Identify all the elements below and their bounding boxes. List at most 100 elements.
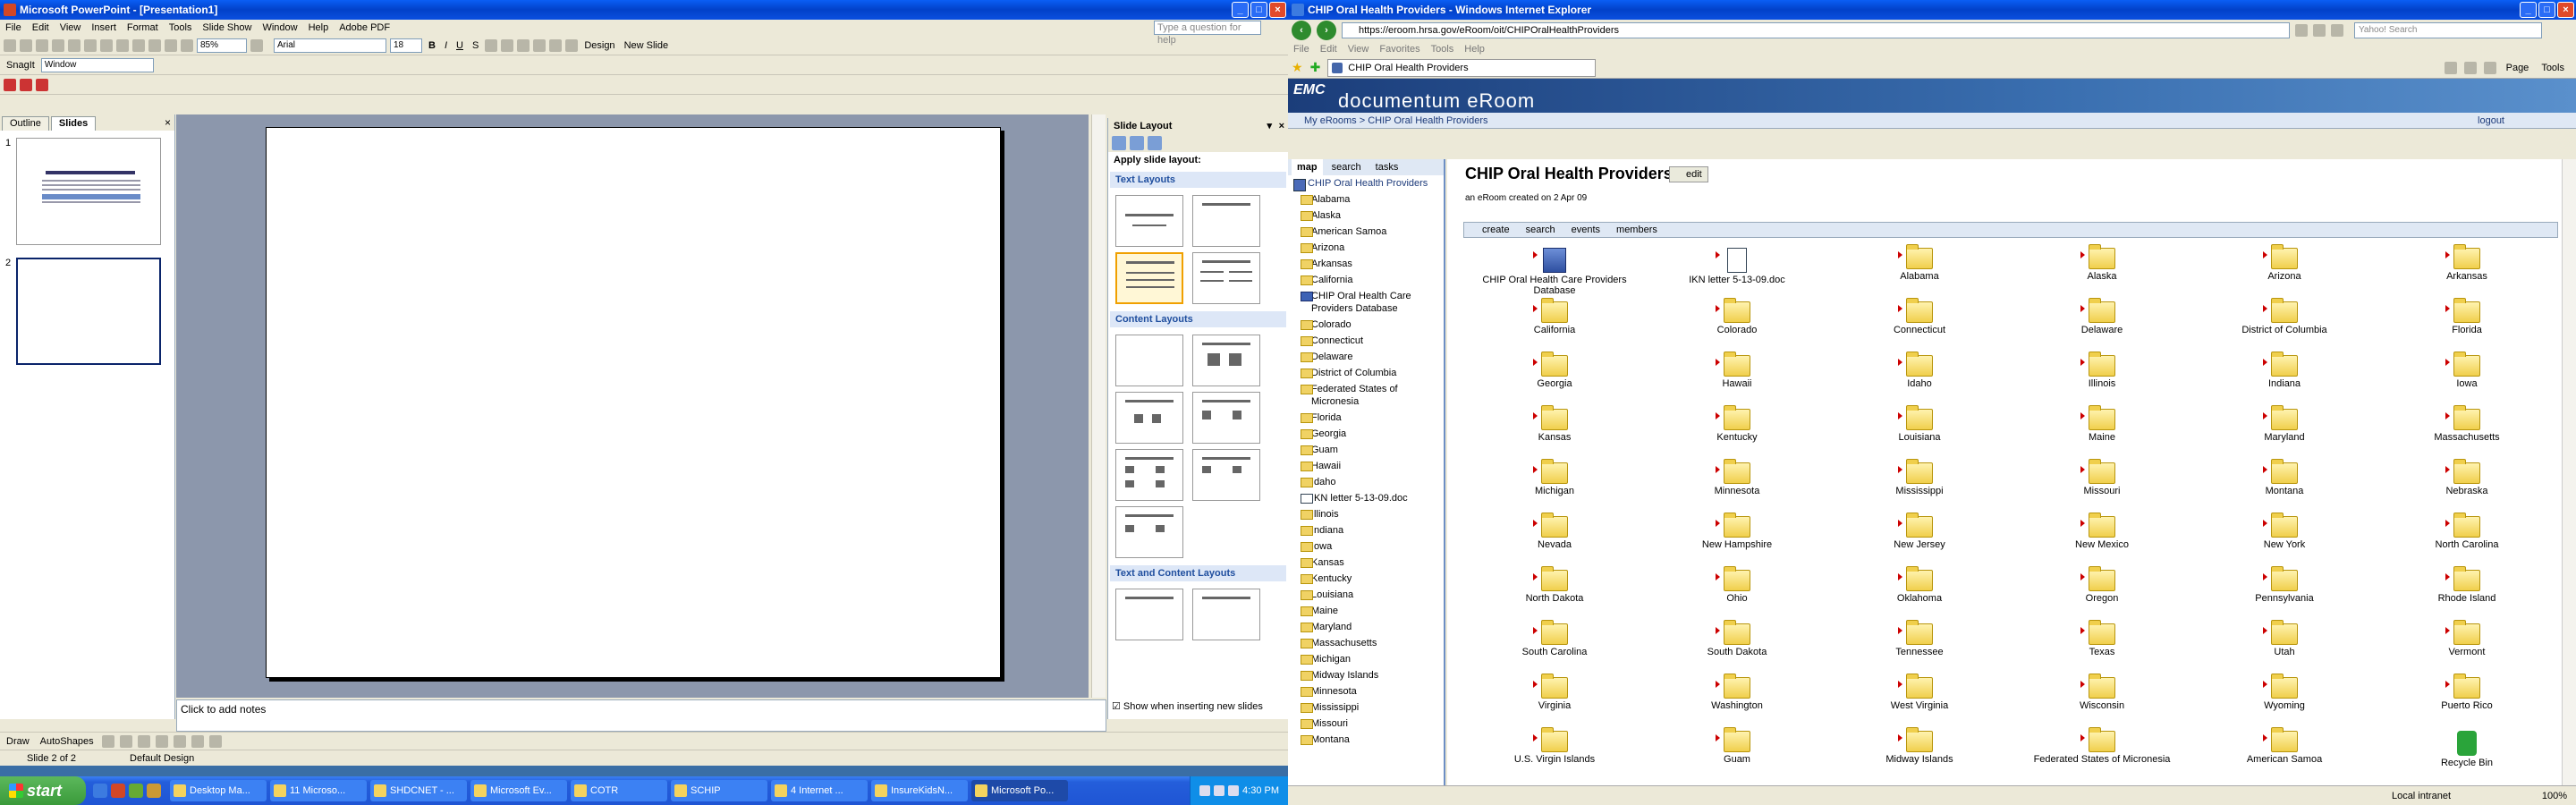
tree-item[interactable]: Massachusetts <box>1292 635 1444 651</box>
tree-item[interactable]: Kentucky <box>1292 571 1444 587</box>
slide-vertical-scrollbar[interactable] <box>1091 114 1106 698</box>
rectangle-tool-icon[interactable] <box>137 734 150 748</box>
shadow-button[interactable]: S <box>470 40 481 51</box>
print-icon[interactable] <box>2483 61 2496 74</box>
menu-item[interactable]: Tools <box>169 22 192 33</box>
favorites-star-icon[interactable]: ★ <box>1292 60 1303 75</box>
tree-item[interactable]: Maine <box>1292 603 1444 619</box>
grid-item[interactable]: Missouri <box>2011 459 2193 513</box>
taskbar-button[interactable]: Microsoft Ev... <box>470 780 567 801</box>
maximize-button[interactable]: □ <box>1250 2 1267 18</box>
layout-content-text[interactable] <box>1192 589 1260 640</box>
close-icon[interactable]: × <box>165 116 171 129</box>
grid-item[interactable]: IKN letter 5-13-09.doc <box>1646 244 1828 298</box>
grid-item[interactable]: Arizona <box>2193 244 2376 298</box>
menu-item[interactable]: View <box>1348 44 1369 55</box>
tree-item[interactable]: California <box>1292 272 1444 288</box>
grid-item[interactable]: Massachusetts <box>2376 405 2558 459</box>
tree-item[interactable]: Missouri <box>1292 716 1444 732</box>
font-size-select[interactable]: 18 <box>390 38 422 53</box>
grid-item[interactable]: North Dakota <box>1463 566 1646 620</box>
tree-item[interactable]: CHIP Oral Health Providers <box>1292 175 1444 191</box>
search-button[interactable]: search <box>1526 223 1555 237</box>
grid-item[interactable]: Idaho <box>1828 352 2011 405</box>
grid-item[interactable]: Florida <box>2376 298 2558 352</box>
cut-icon[interactable] <box>84 38 97 52</box>
italic-button[interactable]: I <box>442 40 450 51</box>
grid-item[interactable]: New Jersey <box>1828 513 2011 566</box>
outlook-launch-icon[interactable] <box>147 784 161 798</box>
grid-item[interactable]: Rhode Island <box>2376 566 2558 620</box>
oval-tool-icon[interactable] <box>155 734 168 748</box>
bold-button[interactable]: B <box>426 40 438 51</box>
nav-tab[interactable]: tasks <box>1370 159 1404 175</box>
page-menu-button[interactable]: Page <box>2504 63 2532 73</box>
maximize-button[interactable]: □ <box>2538 2 2555 18</box>
menu-item[interactable]: Slide Show <box>202 22 251 33</box>
back-icon[interactable] <box>1112 136 1126 150</box>
taskbar-button[interactable]: 11 Microso... <box>270 780 367 801</box>
menu-item[interactable]: Edit <box>32 22 49 33</box>
autoshapes-menu-button[interactable]: AutoShapes <box>38 736 97 747</box>
menu-item[interactable]: Format <box>127 22 158 33</box>
grid-item[interactable]: Ohio <box>1646 566 1828 620</box>
grid-item[interactable]: Nevada <box>1463 513 1646 566</box>
tray-icon[interactable] <box>1214 785 1225 796</box>
breadcrumb-text[interactable]: My eRooms > CHIP Oral Health Providers <box>1304 115 1488 126</box>
grid-item[interactable]: Hawaii <box>1646 352 1828 405</box>
taskbar-button[interactable]: SCHIP <box>671 780 767 801</box>
chevron-down-icon[interactable]: ▾ <box>1267 118 1272 134</box>
grid-item[interactable]: New York <box>2193 513 2376 566</box>
layout-blank[interactable] <box>1115 335 1183 386</box>
taskbar-button[interactable]: InsureKidsN... <box>871 780 968 801</box>
close-icon[interactable]: × <box>1279 118 1284 134</box>
tree-item[interactable]: Federated States of Micronesia <box>1292 381 1444 410</box>
back-button[interactable]: ‹ <box>1292 21 1311 40</box>
layout-two-content[interactable] <box>1192 392 1260 444</box>
tree-item[interactable]: Midway Islands <box>1292 667 1444 683</box>
tree-item[interactable]: Alaska <box>1292 208 1444 224</box>
paste-icon[interactable] <box>116 38 129 52</box>
grid-item[interactable]: Utah <box>2193 620 2376 674</box>
tree-item[interactable]: Iowa <box>1292 538 1444 555</box>
grid-item[interactable]: California <box>1463 298 1646 352</box>
grid-item[interactable]: U.S. Virgin Islands <box>1463 727 1646 781</box>
grid-item[interactable]: Alabama <box>1828 244 2011 298</box>
tree-item[interactable]: Indiana <box>1292 522 1444 538</box>
grid-item[interactable]: South Dakota <box>1646 620 1828 674</box>
tree-item[interactable]: Connecticut <box>1292 333 1444 349</box>
grid-item[interactable]: Iowa <box>2376 352 2558 405</box>
minimize-button[interactable]: _ <box>2520 2 2537 18</box>
tree-item[interactable]: Alabama <box>1292 191 1444 208</box>
save-icon[interactable] <box>36 38 48 52</box>
grid-item[interactable]: Wyoming <box>2193 674 2376 727</box>
grid-item[interactable]: West Virginia <box>1828 674 2011 727</box>
feeds-icon[interactable] <box>2463 61 2477 74</box>
menu-item[interactable]: Window <box>262 22 297 33</box>
grid-item[interactable]: Wisconsin <box>2011 674 2193 727</box>
menu-item[interactable]: File <box>5 22 21 33</box>
grid-item[interactable]: North Carolina <box>2376 513 2558 566</box>
draw-menu-button[interactable]: Draw <box>4 736 32 747</box>
grid-item[interactable]: Recycle Bin <box>2376 727 2558 781</box>
grid-item[interactable]: Maryland <box>2193 405 2376 459</box>
grid-item[interactable]: Minnesota <box>1646 459 1828 513</box>
undo-icon[interactable] <box>132 38 145 52</box>
tree-item[interactable]: IKN letter 5-13-09.doc <box>1292 490 1444 506</box>
search-input[interactable]: Yahoo! Search <box>2354 22 2542 38</box>
tree-item[interactable]: Georgia <box>1292 426 1444 442</box>
layout-four-content[interactable] <box>1115 449 1183 501</box>
events-button[interactable]: events <box>1572 223 1600 237</box>
forward-button[interactable]: › <box>1317 21 1336 40</box>
menu-item[interactable]: Adobe PDF <box>339 22 390 33</box>
grid-item[interactable]: Pennsylvania <box>2193 566 2376 620</box>
font-color-icon[interactable] <box>565 38 579 52</box>
layout-title-two-over-content[interactable] <box>1192 449 1260 501</box>
font-select[interactable]: Arial <box>274 38 386 53</box>
logout-link[interactable]: logout <box>2478 113 2504 129</box>
grid-item[interactable]: Louisiana <box>1828 405 2011 459</box>
tree-item[interactable]: Hawaii <box>1292 458 1444 474</box>
ie-titlebar[interactable]: CHIP Oral Health Providers - Windows Int… <box>1288 0 2576 20</box>
tree-item[interactable]: Arkansas <box>1292 256 1444 272</box>
grid-item[interactable]: Indiana <box>2193 352 2376 405</box>
